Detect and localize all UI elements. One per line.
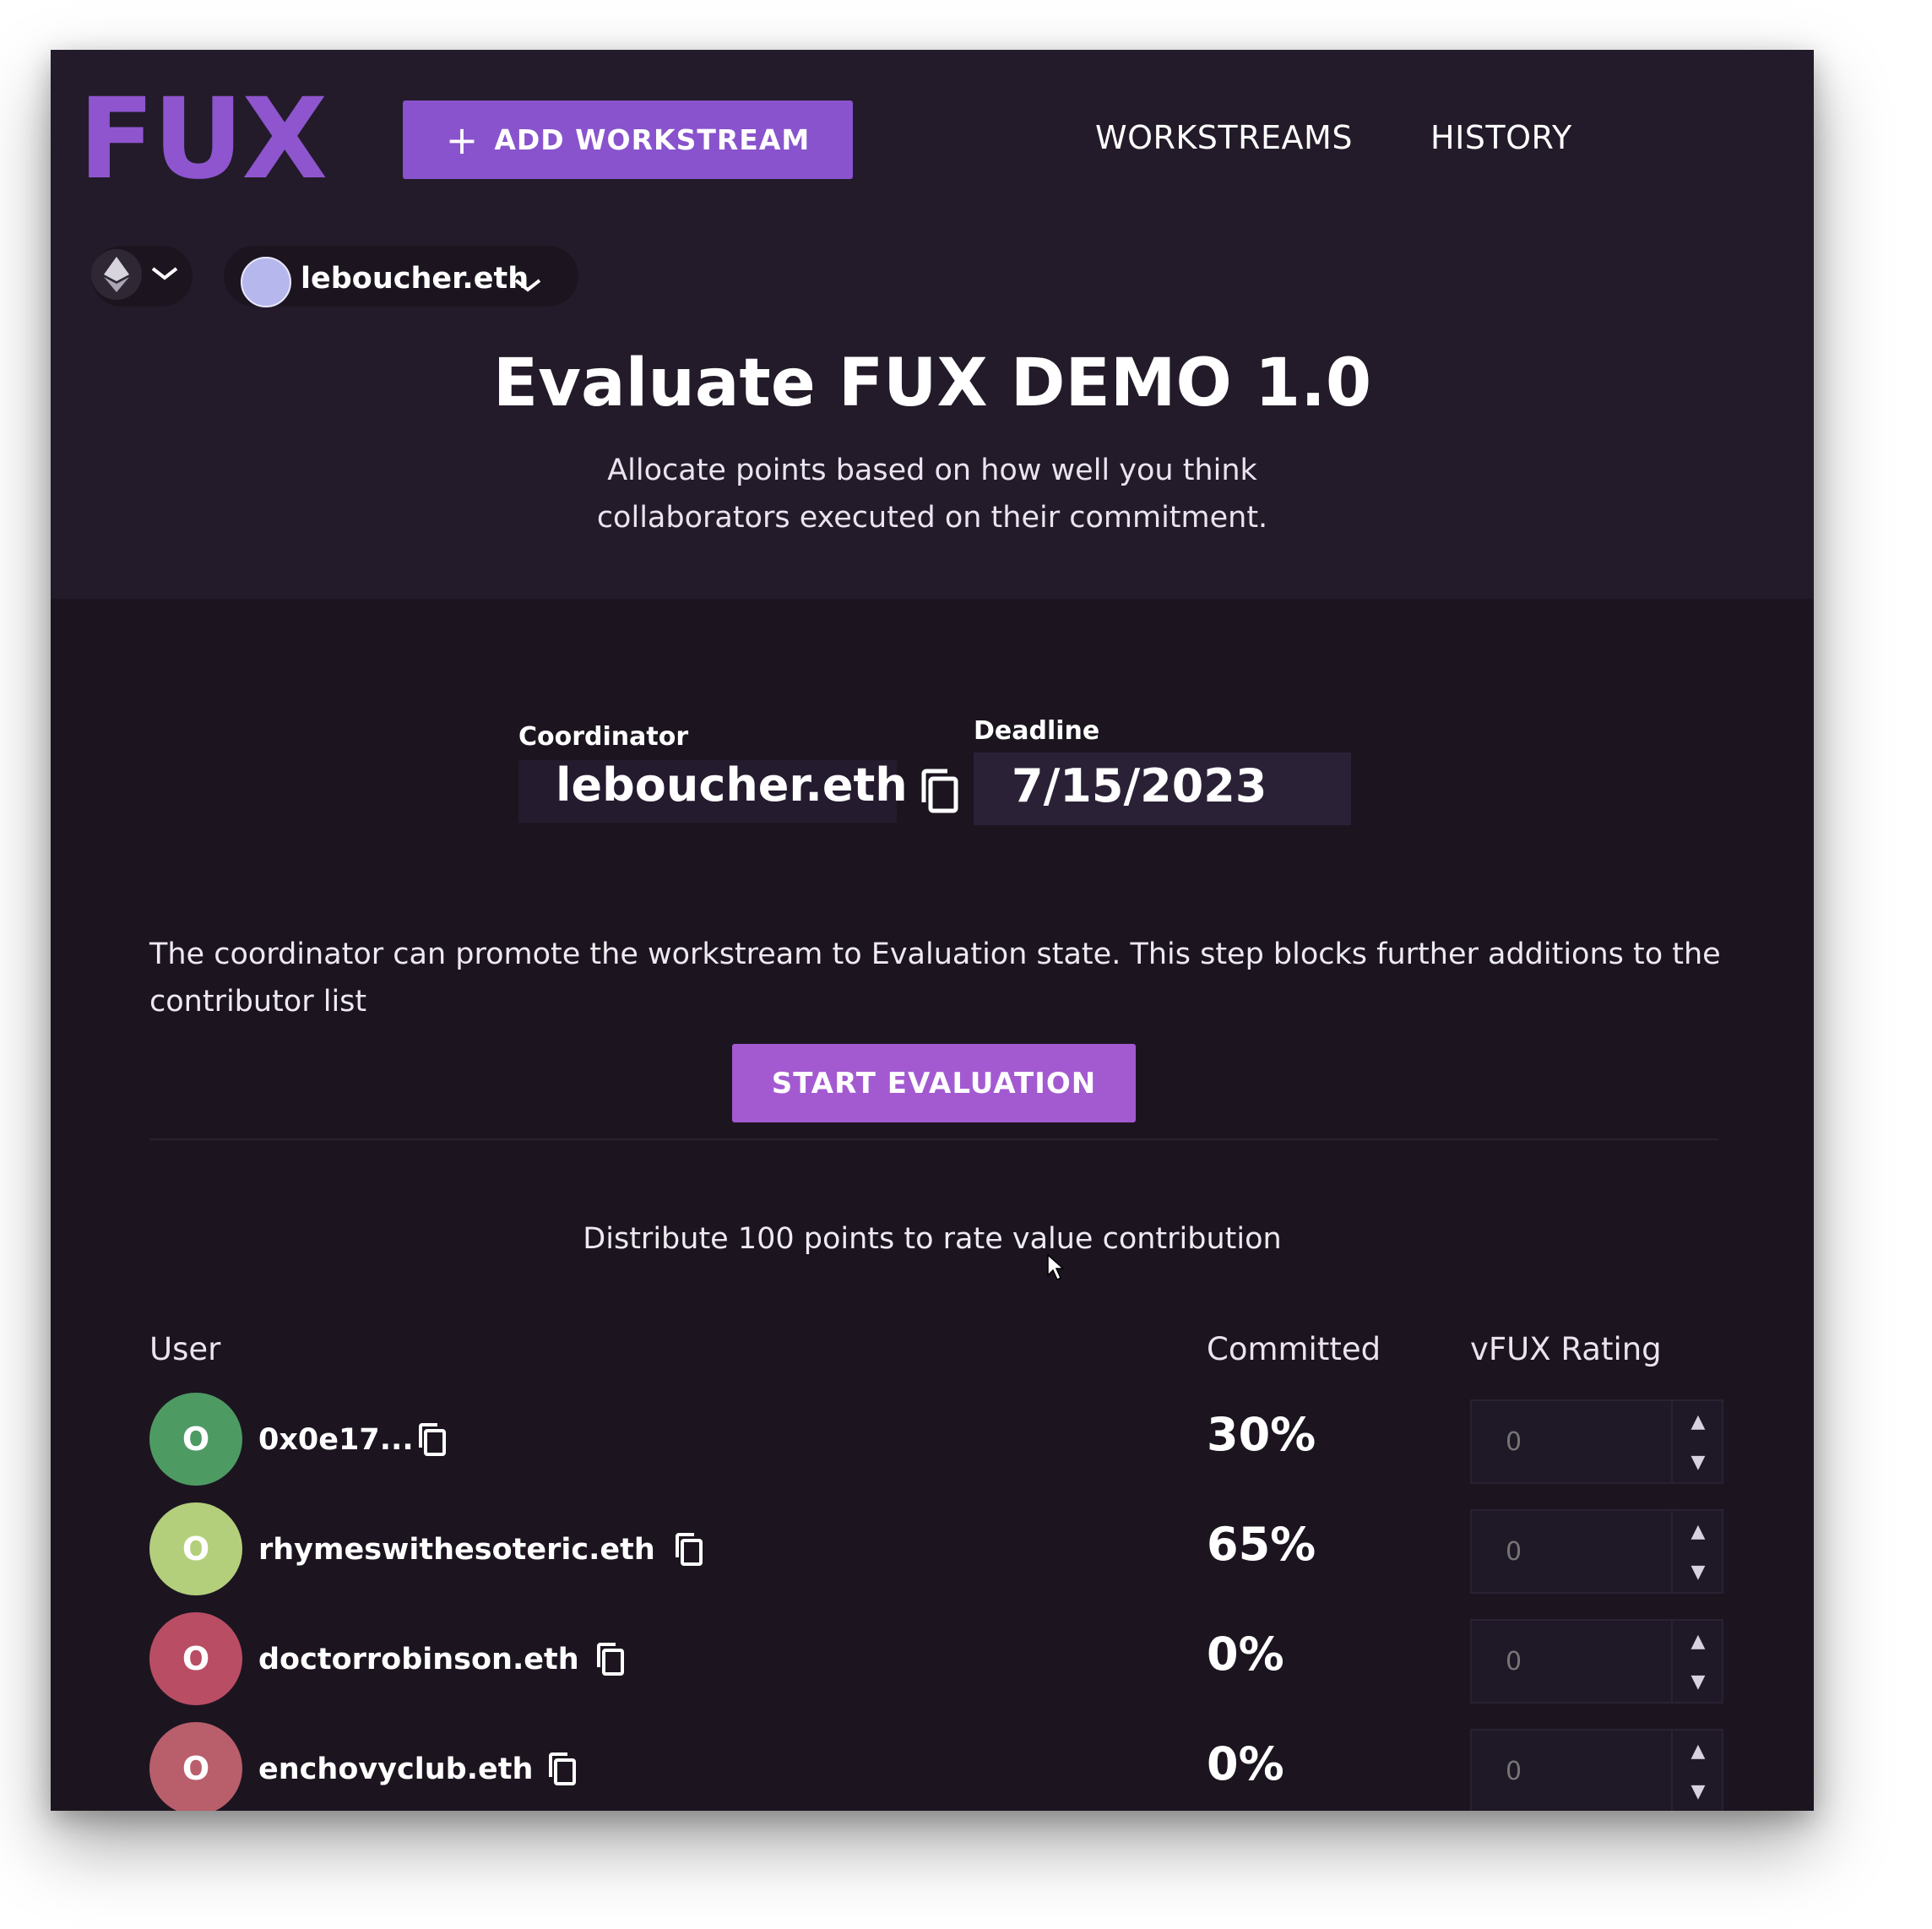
account-avatar bbox=[241, 257, 291, 307]
column-header-rating: vFUX Rating bbox=[1470, 1331, 1662, 1367]
ethereum-icon bbox=[91, 249, 142, 300]
rating-stepper[interactable]: ▲ ▼ bbox=[1470, 1619, 1723, 1703]
plus-icon: + bbox=[445, 117, 480, 163]
table-row: O doctorrobinson.eth 0% ▲ ▼ bbox=[51, 1612, 1814, 1714]
coordinator-label: Coordinator bbox=[518, 722, 689, 752]
avatar-initial: O bbox=[182, 1640, 210, 1677]
add-workstream-button[interactable]: + ADD WORKSTREAM bbox=[403, 101, 853, 179]
copy-icon[interactable] bbox=[919, 769, 961, 816]
deadline-value: 7/15/2023 bbox=[1012, 759, 1267, 812]
deadline-label: Deadline bbox=[974, 716, 1100, 746]
decrement-icon[interactable]: ▼ bbox=[1673, 1551, 1723, 1592]
user-name: rhymeswithesoteric.eth bbox=[258, 1533, 655, 1567]
fux-logo[interactable]: FUX bbox=[79, 84, 328, 195]
column-header-committed: Committed bbox=[1207, 1331, 1381, 1367]
table-row: O 0x0e17... 30% ▲ ▼ bbox=[51, 1393, 1814, 1494]
user-name: 0x0e17... bbox=[258, 1423, 414, 1457]
rating-stepper[interactable]: ▲ ▼ bbox=[1470, 1729, 1723, 1811]
rating-stepper[interactable]: ▲ ▼ bbox=[1470, 1399, 1723, 1484]
account-name: leboucher.eth bbox=[301, 262, 529, 296]
evaluation-info: The coordinator can promote the workstre… bbox=[149, 937, 1721, 1019]
spin-buttons: ▲ ▼ bbox=[1671, 1621, 1723, 1702]
mouse-cursor-icon bbox=[1047, 1253, 1065, 1281]
user-avatar: O bbox=[149, 1612, 242, 1705]
distribute-instruction: Distribute 100 points to rate value cont… bbox=[583, 1222, 1282, 1256]
increment-icon[interactable]: ▲ bbox=[1673, 1511, 1723, 1551]
spin-buttons: ▲ ▼ bbox=[1671, 1401, 1723, 1482]
copy-icon[interactable] bbox=[547, 1752, 578, 1786]
column-header-user: User bbox=[149, 1331, 221, 1367]
rating-input[interactable] bbox=[1472, 1511, 1671, 1592]
nav-workstreams[interactable]: WORKSTREAMS bbox=[1095, 119, 1353, 156]
rating-input[interactable] bbox=[1472, 1401, 1671, 1482]
avatar-initial: O bbox=[182, 1421, 210, 1458]
copy-icon[interactable] bbox=[674, 1533, 704, 1567]
committed-percent: 0% bbox=[1207, 1627, 1284, 1681]
avatar-initial: O bbox=[182, 1530, 210, 1568]
user-avatar: O bbox=[149, 1722, 242, 1811]
nav-history[interactable]: HISTORY bbox=[1430, 119, 1572, 156]
rating-input[interactable] bbox=[1472, 1621, 1671, 1702]
chevron-down-icon[interactable] bbox=[513, 271, 542, 301]
start-evaluation-button[interactable]: START EVALUATION bbox=[732, 1044, 1136, 1122]
user-name: enchovyclub.eth bbox=[258, 1752, 534, 1786]
increment-icon[interactable]: ▲ bbox=[1673, 1401, 1723, 1442]
decrement-icon[interactable]: ▼ bbox=[1673, 1661, 1723, 1702]
spin-buttons: ▲ ▼ bbox=[1671, 1511, 1723, 1592]
copy-icon[interactable] bbox=[417, 1423, 448, 1457]
rating-stepper[interactable]: ▲ ▼ bbox=[1470, 1509, 1723, 1594]
page-subtitle: Allocate points based on how well you th… bbox=[51, 447, 1814, 541]
user-avatar: O bbox=[149, 1502, 242, 1595]
chevron-down-icon[interactable] bbox=[150, 259, 179, 289]
table-row: O rhymeswithesoteric.eth 65% ▲ ▼ bbox=[51, 1502, 1814, 1604]
spin-buttons: ▲ ▼ bbox=[1671, 1731, 1723, 1811]
user-avatar: O bbox=[149, 1393, 242, 1486]
copy-icon[interactable] bbox=[595, 1643, 626, 1676]
add-workstream-label: ADD WORKSTREAM bbox=[494, 123, 811, 156]
decrement-icon[interactable]: ▼ bbox=[1673, 1771, 1723, 1811]
page-title: Evaluate FUX DEMO 1.0 bbox=[492, 345, 1372, 421]
subtitle-line-2: collaborators executed on their commitme… bbox=[596, 501, 1268, 535]
coordinator-value: leboucher.eth bbox=[556, 758, 908, 812]
user-name: doctorrobinson.eth bbox=[258, 1643, 579, 1676]
table-row: O enchovyclub.eth 0% ▲ ▼ bbox=[51, 1722, 1814, 1811]
avatar-initial: O bbox=[182, 1750, 210, 1787]
committed-percent: 65% bbox=[1207, 1518, 1316, 1571]
committed-percent: 0% bbox=[1207, 1737, 1284, 1790]
rating-input[interactable] bbox=[1472, 1731, 1671, 1811]
increment-icon[interactable]: ▲ bbox=[1673, 1731, 1723, 1771]
decrement-icon[interactable]: ▼ bbox=[1673, 1442, 1723, 1482]
committed-percent: 30% bbox=[1207, 1408, 1316, 1461]
divider bbox=[149, 1138, 1718, 1140]
subtitle-line-1: Allocate points based on how well you th… bbox=[607, 454, 1257, 487]
increment-icon[interactable]: ▲ bbox=[1673, 1621, 1723, 1661]
app-window: FUX + ADD WORKSTREAM WORKSTREAMS HISTORY… bbox=[51, 50, 1814, 1811]
